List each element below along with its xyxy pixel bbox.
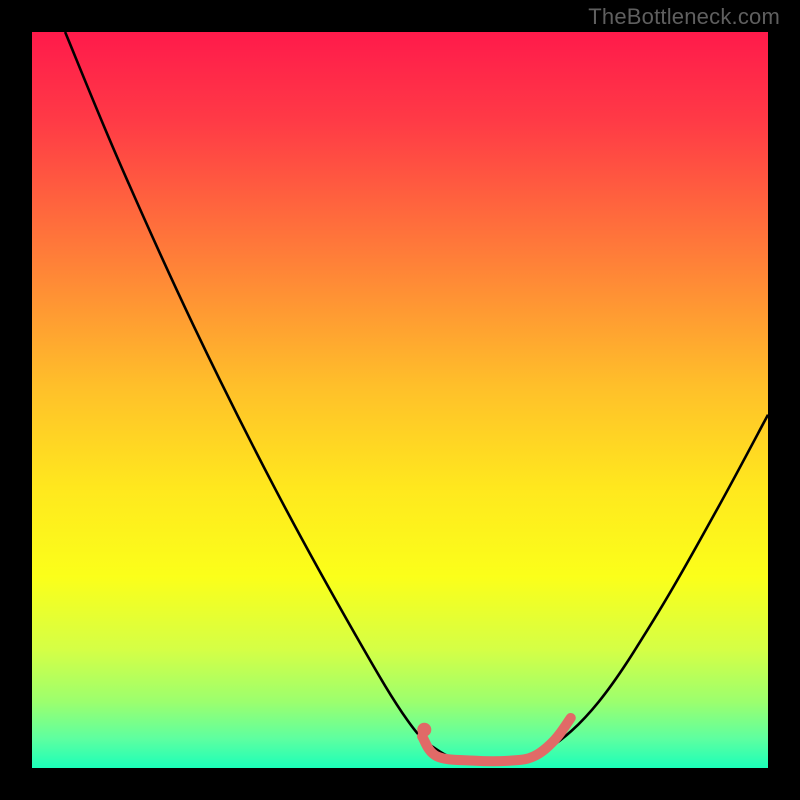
marker-dot	[417, 723, 431, 737]
chart-frame: TheBottleneck.com	[0, 0, 800, 800]
attribution-label: TheBottleneck.com	[588, 4, 780, 30]
chart-svg	[32, 32, 768, 768]
plot-area	[32, 32, 768, 768]
gradient-background	[32, 32, 768, 768]
